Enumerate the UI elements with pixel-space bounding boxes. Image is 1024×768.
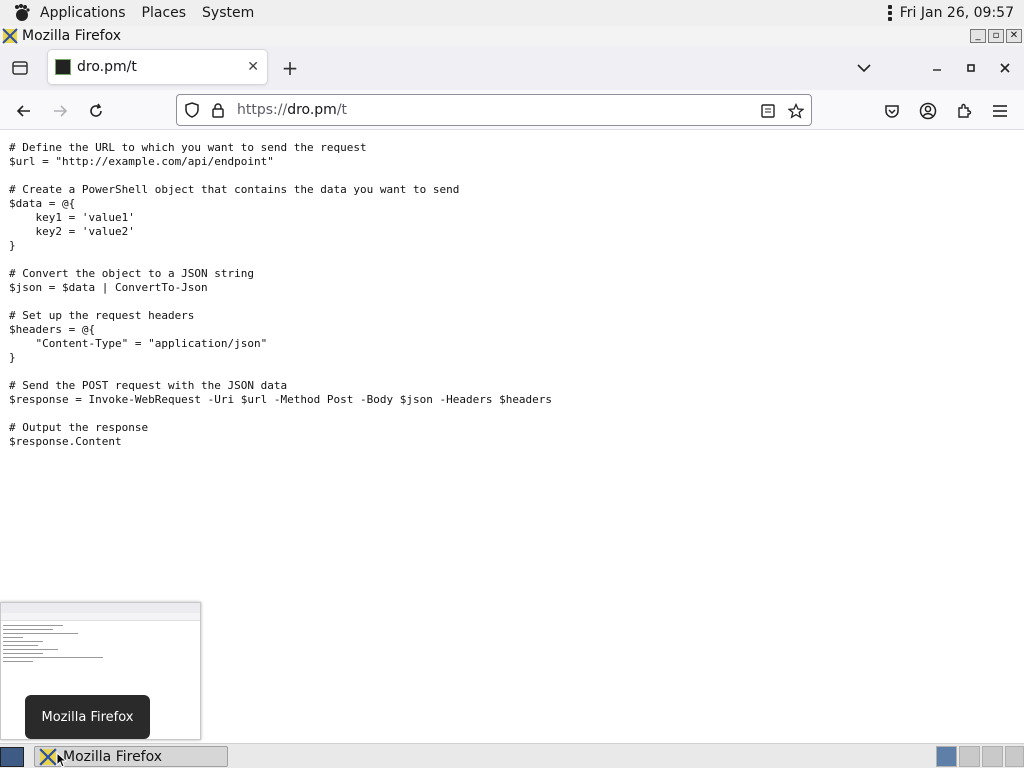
window-maximize-button[interactable]: ▫	[988, 29, 1004, 43]
extensions-puzzle-icon[interactable]	[951, 98, 977, 124]
workspace-3[interactable]	[982, 746, 1003, 767]
preview-page-lines	[1, 621, 200, 669]
lock-icon[interactable]	[207, 99, 229, 121]
forward-arrow-icon[interactable]	[47, 98, 73, 124]
minimize-icon[interactable]	[922, 46, 952, 90]
url-bar[interactable]: https://dro.pm/t	[176, 94, 812, 126]
menu-system[interactable]: System	[194, 5, 262, 21]
bottom-panel: Mozilla Firefox	[0, 743, 1024, 768]
panel-handle-icon	[887, 5, 892, 21]
taskbar-tooltip: Mozilla Firefox	[25, 695, 150, 739]
code-text: # Define the URL to which you want to se…	[9, 141, 553, 448]
site-favicon-icon	[55, 59, 71, 75]
window-titlebar[interactable]: Mozilla Firefox _ ▫ ✕	[0, 26, 1024, 46]
new-tab-button[interactable]: +	[278, 56, 302, 80]
menu-places[interactable]: Places	[134, 5, 195, 21]
menu-applications[interactable]: Applications	[32, 5, 134, 21]
workspace-4[interactable]	[1005, 746, 1024, 767]
list-all-tabs-icon[interactable]	[849, 46, 879, 90]
tab-active[interactable]: dro.pm/t ✕	[48, 50, 267, 84]
taskbar-task-label: Mozilla Firefox	[63, 748, 163, 765]
nav-toolbar: https://dro.pm/t	[0, 90, 1024, 130]
window-minimize-button[interactable]: _	[970, 29, 986, 43]
workspace-1[interactable]	[936, 746, 957, 767]
pocket-icon[interactable]	[879, 98, 905, 124]
firefox-task-icon	[39, 747, 57, 766]
url-scheme: https://	[237, 102, 288, 118]
hamburger-menu-icon[interactable]	[987, 98, 1013, 124]
preview-navbar	[1, 613, 200, 621]
reader-view-icon[interactable]	[757, 100, 779, 122]
url-path: /t	[336, 102, 348, 118]
reload-icon[interactable]	[83, 98, 109, 124]
preview-tabbar	[1, 603, 200, 613]
url-text[interactable]: https://dro.pm/t	[237, 102, 347, 118]
close-window-icon[interactable]	[990, 46, 1020, 90]
firefox-view-icon[interactable]	[0, 46, 40, 90]
url-host: dro.pm	[287, 102, 337, 118]
account-icon[interactable]	[915, 98, 941, 124]
tab-bar: dro.pm/t ✕ +	[0, 46, 1024, 90]
back-arrow-icon[interactable]	[11, 98, 37, 124]
workspace-2[interactable]	[959, 746, 980, 767]
gnome-foot-icon[interactable]	[10, 2, 32, 24]
bookmark-star-icon[interactable]	[785, 100, 807, 122]
show-desktop-icon[interactable]	[0, 747, 24, 767]
top-panel: Applications Places System Fri Jan 26, 0…	[0, 0, 1024, 26]
window-close-button[interactable]: ✕	[1006, 29, 1022, 43]
firefox-window-icon	[2, 28, 18, 44]
tab-title: dro.pm/t	[77, 59, 137, 75]
tab-close-icon[interactable]: ✕	[247, 59, 259, 75]
clock[interactable]: Fri Jan 26, 09:57	[900, 5, 1014, 21]
mouse-pointer-icon	[56, 752, 68, 768]
tracking-protection-shield-icon[interactable]	[181, 99, 203, 121]
window-title: Mozilla Firefox	[22, 28, 122, 44]
maximize-icon[interactable]	[956, 46, 986, 90]
